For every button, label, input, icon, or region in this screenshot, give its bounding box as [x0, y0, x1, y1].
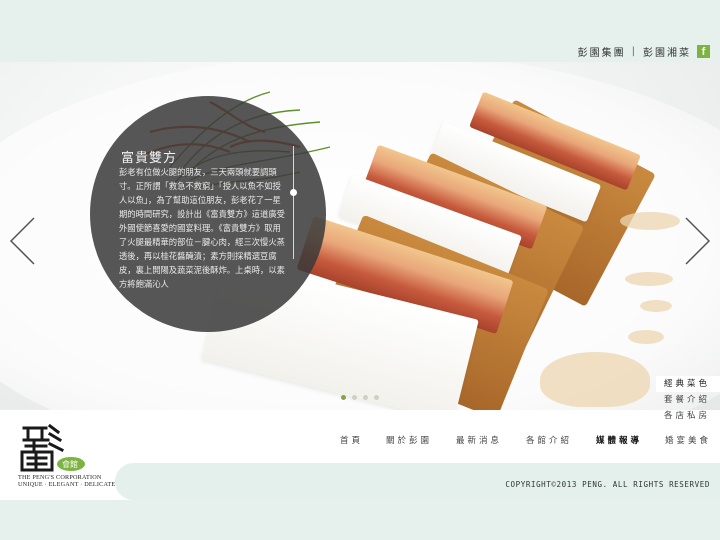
carousel-dot[interactable] — [363, 395, 368, 400]
chevron-left-icon[interactable] — [8, 216, 38, 266]
sauce-drop — [625, 272, 673, 286]
footer-base — [0, 500, 720, 540]
sauce-drop — [640, 300, 672, 312]
side-menu-item-classic[interactable]: 經典菜色 — [656, 376, 720, 392]
sauce-drop — [628, 330, 664, 344]
side-menu: 經典菜色 套餐介紹 各店私房 — [656, 376, 720, 424]
facebook-icon[interactable]: f — [697, 45, 710, 58]
copyright-text: COPYRIGHT©2013 PENG. ALL RIGHTS RESERVED — [505, 480, 710, 489]
nav-item-media[interactable]: 媒體報導 — [596, 434, 642, 446]
description-scroll-handle[interactable] — [290, 189, 297, 196]
logo-tagline-line2: UNIQUE · ELEGANT · DELICATE — [18, 481, 116, 488]
side-menu-item-private[interactable]: 各店私房 — [656, 408, 720, 424]
dish-title: 富貴雙方 — [121, 151, 178, 166]
logo-badge: 會館 — [62, 459, 78, 469]
nav-item-about[interactable]: 關於彭園 — [386, 434, 432, 446]
top-link-separator: | — [631, 46, 637, 57]
carousel-dot[interactable] — [352, 395, 357, 400]
nav-item-wedding[interactable]: 婚宴美食 — [665, 434, 711, 446]
sauce-pool — [540, 352, 650, 407]
side-menu-item-set-meal[interactable]: 套餐介紹 — [656, 392, 720, 408]
description-scroll-track[interactable] — [293, 146, 294, 259]
main-nav: 首頁 關於彭園 最新消息 各館介紹 媒體報導 婚宴美食 — [0, 434, 720, 448]
top-link-hunan[interactable]: 彭園湘菜 — [643, 44, 691, 59]
sauce-drop — [620, 212, 680, 230]
carousel-dot[interactable] — [341, 395, 346, 400]
logo-tagline: THE PENG'S CORPORATION UNIQUE · ELEGANT … — [18, 474, 115, 488]
chevron-right-icon[interactable] — [682, 216, 712, 266]
carousel-dots — [341, 395, 379, 400]
top-link-group[interactable]: 彭園集團 — [578, 44, 626, 59]
top-links: 彭園集團 | 彭園湘菜 f — [578, 44, 710, 59]
nav-item-news[interactable]: 最新消息 — [456, 434, 502, 446]
carousel-dot[interactable] — [374, 395, 379, 400]
nav-item-branches[interactable]: 各館介紹 — [526, 434, 572, 446]
nav-item-home[interactable]: 首頁 — [340, 434, 363, 446]
logo-mark: 會館 — [20, 423, 85, 472]
logo-tagline-line1: THE PENG'S CORPORATION — [18, 474, 102, 481]
dish-description: 彭老有位做火腿的朋友，三天兩頭就要調頭寸。正所謂「救急不救窮」「授人以魚不如授人… — [119, 167, 285, 289]
